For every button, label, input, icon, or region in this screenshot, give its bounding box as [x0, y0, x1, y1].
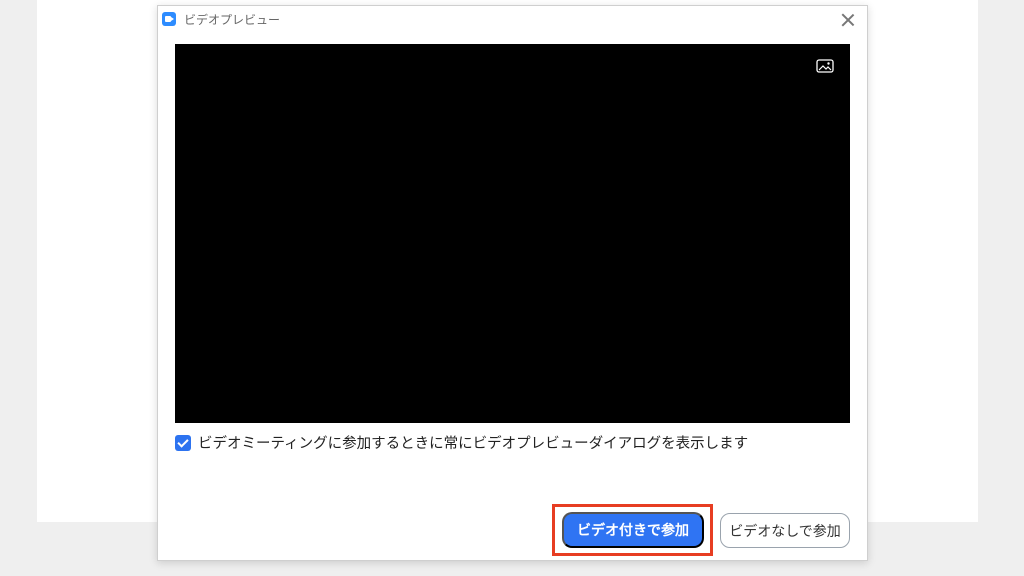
video-preview-dialog: ビデオプレビュー ビデオミーティングに参加するときに常にビデオプレビューダイアロ…: [157, 5, 868, 561]
zoom-app-icon: [162, 12, 176, 26]
image-icon[interactable]: [816, 59, 834, 73]
close-icon[interactable]: [839, 11, 857, 29]
video-preview-area: [175, 44, 850, 423]
join-without-video-button[interactable]: ビデオなしで参加: [720, 513, 850, 548]
always-show-preview-checkbox[interactable]: [175, 434, 191, 451]
dialog-titlebar: ビデオプレビュー: [158, 6, 867, 32]
always-show-preview-option[interactable]: ビデオミーティングに参加するときに常にビデオプレビューダイアログを表示します: [175, 432, 748, 453]
join-with-video-button[interactable]: ビデオ付きで参加: [562, 512, 704, 548]
always-show-preview-label: ビデオミーティングに参加するときに常にビデオプレビューダイアログを表示します: [198, 436, 749, 452]
dialog-title: ビデオプレビュー: [184, 13, 281, 27]
